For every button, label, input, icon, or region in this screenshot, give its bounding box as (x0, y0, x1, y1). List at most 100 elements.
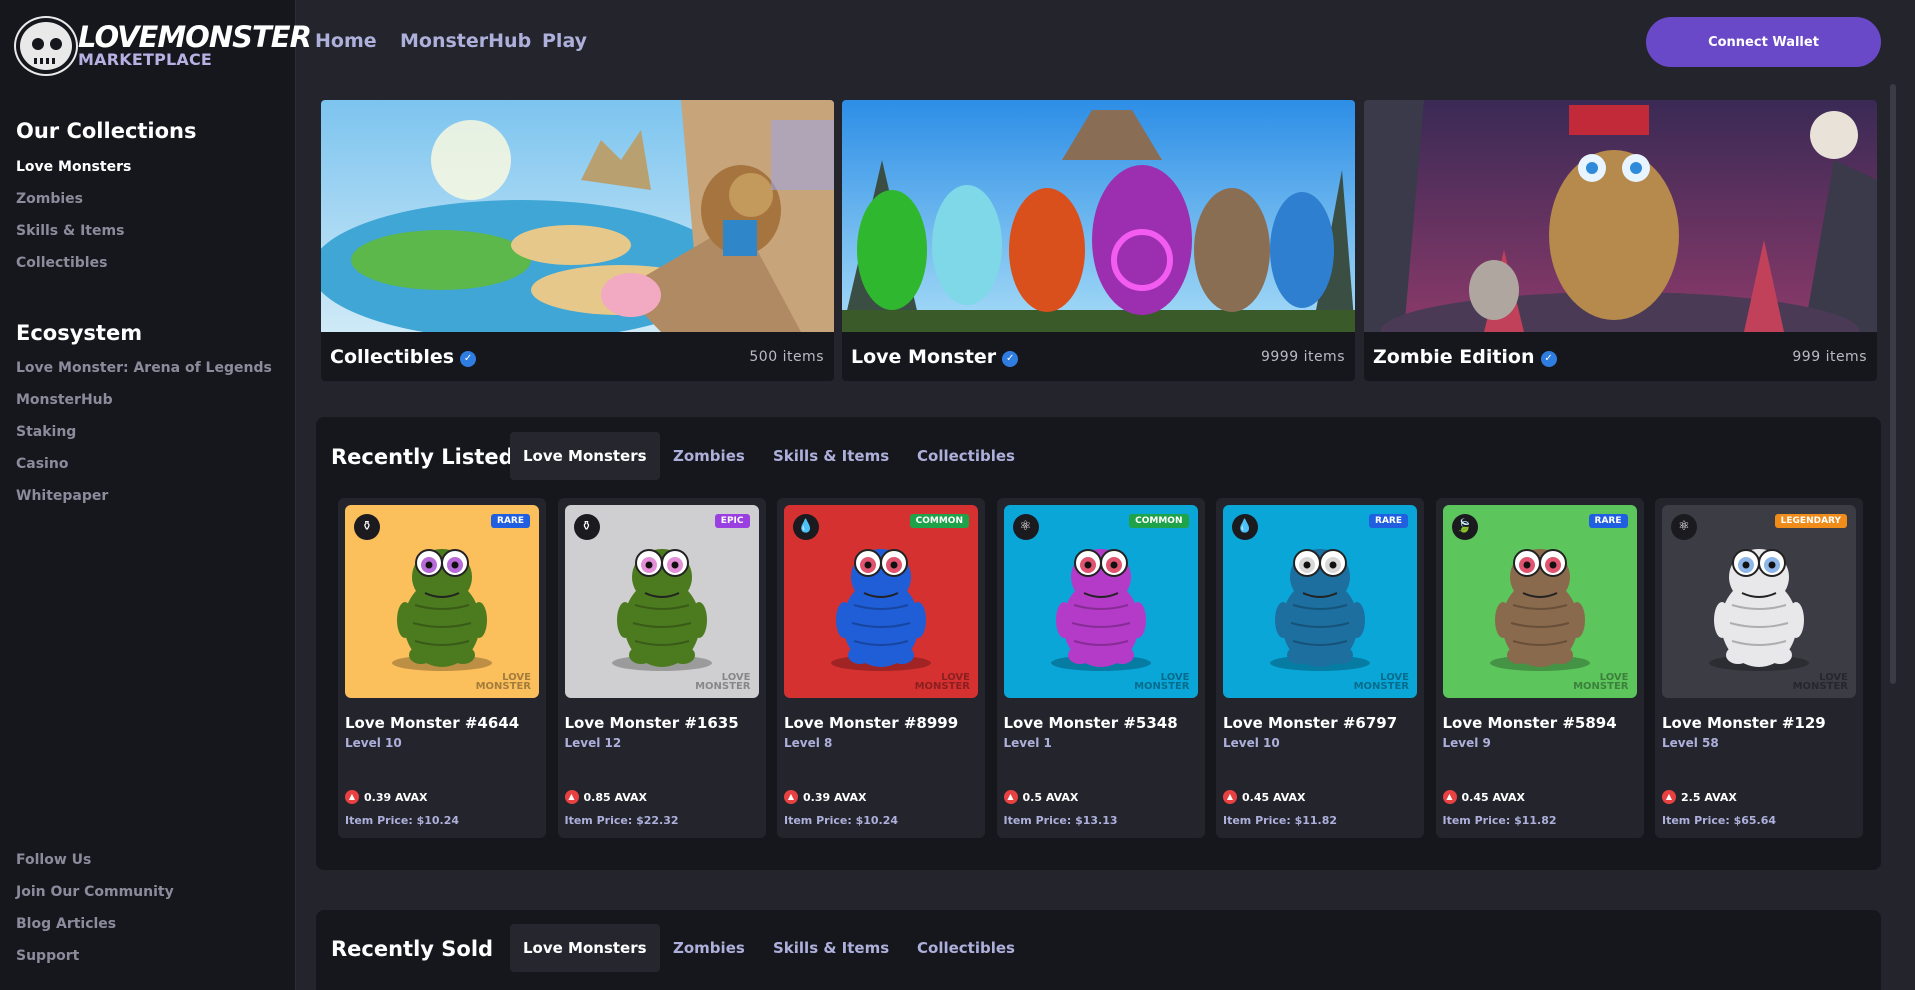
nft-name: Love Monster #129 (1662, 714, 1826, 732)
nft-image: ⚱ EPIC LOVE MONSTER (564, 505, 759, 698)
atom-icon: ⚛ (1012, 514, 1039, 540)
rarity-badge: RARE (1588, 514, 1628, 528)
watermark-logo-icon: LOVE MONSTER (1134, 672, 1190, 692)
nft-image: 💧 RARE LOVE MONSTER (1223, 505, 1417, 698)
tab-collectibles[interactable]: Collectibles (904, 924, 1028, 972)
tab-zombies[interactable]: Zombies (660, 432, 758, 480)
potion-icon: ⚱ (354, 514, 380, 540)
tab-love-monsters[interactable]: Love Monsters (510, 432, 660, 480)
nft-name: Love Monster #5894 (1442, 714, 1617, 732)
price-value: 0.45 AVAX (1461, 790, 1526, 804)
nft-image: ⚱ RARE LOVE MONSTER (345, 505, 539, 698)
sidebar-item-join-community[interactable]: Join Our Community (16, 884, 174, 900)
nft-card[interactable]: ⚛ COMMON LOVE MONSTER Love Monster #5348 … (996, 498, 1205, 838)
avax-icon: ▲ (1003, 790, 1018, 804)
avax-icon: ▲ (1223, 790, 1237, 804)
nft-card[interactable]: 💧 RARE LOVE MONSTER Love Monster #6797 Le… (1216, 498, 1424, 838)
nft-item-price: Item Price: $11.82 (1442, 814, 1557, 827)
nav-monsterhub[interactable]: MonsterHub (400, 30, 531, 52)
watermark-logo-icon: LOVE MONSTER (914, 672, 970, 692)
nft-card[interactable]: 💧 COMMON LOVE MONSTER Love Monster #8999 … (777, 498, 985, 838)
nft-name: Love Monster #5348 (1003, 714, 1178, 732)
price-value: 0.45 AVAX (1242, 790, 1306, 804)
sidebar-item-whitepaper[interactable]: Whitepaper (16, 488, 108, 504)
tab-love-monsters[interactable]: Love Monsters (510, 924, 660, 972)
rarity-badge: COMMON (909, 514, 969, 528)
recently-listed-title: Recently Listed (331, 445, 514, 469)
sidebar-item-zombies[interactable]: Zombies (16, 191, 83, 207)
sidebar-item-arena-of-legends[interactable]: Love Monster: Arena of Legends (16, 360, 272, 376)
scrollbar[interactable] (1889, 84, 1897, 684)
sidebar-item-skills-items[interactable]: Skills & Items (16, 223, 124, 239)
collectibles-item-count: 500 items (749, 349, 824, 365)
tab-skills-items[interactable]: Skills & Items (760, 924, 902, 972)
sidebar-item-monsterhub[interactable]: MonsterHub (16, 392, 113, 408)
zombie-edition-banner-image (1364, 100, 1877, 332)
potion-icon: ⚱ (573, 514, 600, 540)
nft-card[interactable]: ⚱ EPIC LOVE MONSTER Love Monster #1635 Le… (557, 498, 766, 838)
collection-card-collectibles[interactable]: Collectibles ✓ 500 items (321, 100, 834, 381)
watermark-logo-icon: LOVE MONSTER (1573, 672, 1629, 692)
nft-level: Level 10 (345, 736, 402, 750)
sidebar-item-staking[interactable]: Staking (16, 424, 76, 440)
nft-image: ⚛ LEGENDARY LOVE MONSTER (1662, 505, 1856, 698)
collection-card-love-monster[interactable]: Love Monster ✓ 9999 items (842, 100, 1355, 381)
price-value: 2.5 AVAX (1681, 790, 1737, 804)
nft-price: ▲ 0.5 AVAX (1003, 790, 1079, 804)
nft-price: ▲ 0.85 AVAX (564, 790, 648, 804)
sidebar-item-support[interactable]: Support (16, 948, 79, 964)
nft-price: ▲ 0.45 AVAX (1442, 790, 1526, 804)
price-value: 0.39 AVAX (364, 790, 428, 804)
sidebar-item-love-monsters[interactable]: Love Monsters (16, 159, 131, 175)
price-value: 0.5 AVAX (1022, 790, 1079, 804)
tab-skills-items[interactable]: Skills & Items (760, 432, 902, 480)
avax-icon: ▲ (1442, 790, 1457, 804)
price-value: 0.85 AVAX (583, 790, 648, 804)
nft-level: Level 58 (1662, 736, 1719, 750)
nft-card[interactable]: ⚛ LEGENDARY LOVE MONSTER Love Monster #12… (1655, 498, 1863, 838)
sidebar-item-blog-articles[interactable]: Blog Articles (16, 916, 116, 932)
sidebar-item-casino[interactable]: Casino (16, 456, 68, 472)
avax-icon: ▲ (564, 790, 579, 804)
nft-level: Level 12 (564, 736, 622, 750)
brand-logo[interactable]: LOVEMONSTER MARKETPLACE (16, 16, 312, 76)
sidebar-item-follow-us[interactable]: Follow Us (16, 852, 91, 868)
nav-play[interactable]: Play (542, 30, 587, 52)
nft-price: ▲ 2.5 AVAX (1662, 790, 1737, 804)
nft-item-price: Item Price: $22.32 (564, 814, 679, 827)
brand-name: LOVEMONSTER (78, 20, 312, 54)
ecosystem-heading: Ecosystem (16, 321, 143, 345)
nft-card[interactable]: 🍃 RARE LOVE MONSTER Love Monster #5894 Le… (1435, 498, 1644, 838)
nft-level: Level 1 (1003, 736, 1052, 750)
price-value: 0.39 AVAX (803, 790, 867, 804)
scrollbar-thumb[interactable] (1890, 84, 1896, 684)
sidebar-item-collectibles[interactable]: Collectibles (16, 255, 107, 271)
watermark-logo-icon: LOVE MONSTER (695, 672, 751, 692)
rarity-badge: LEGENDARY (1774, 514, 1847, 528)
love-monster-item-count: 9999 items (1260, 349, 1345, 365)
nft-level: Level 10 (1223, 736, 1280, 750)
verified-badge-icon: ✓ (1540, 351, 1557, 367)
nft-card[interactable]: ⚱ RARE LOVE MONSTER Love Monster #4644 Le… (338, 498, 546, 838)
rarity-badge: COMMON (1129, 514, 1189, 528)
rarity-badge: RARE (491, 514, 530, 528)
avax-icon: ▲ (784, 790, 798, 804)
nft-name: Love Monster #1635 (564, 714, 739, 732)
nft-name: Love Monster #4644 (345, 714, 520, 732)
verified-badge-icon: ✓ (1002, 351, 1019, 367)
recently-sold-panel: Recently Sold Love Monsters Zombies Skil… (316, 910, 1881, 990)
nft-item-price: Item Price: $10.24 (784, 814, 899, 827)
water-drop-icon: 💧 (1232, 514, 1258, 540)
rarity-badge: EPIC (714, 514, 750, 528)
collection-card-zombie-edition[interactable]: Zombie Edition ✓ 999 items (1364, 100, 1877, 381)
atom-icon: ⚛ (1671, 514, 1697, 540)
nav-home[interactable]: Home (315, 30, 377, 52)
tab-zombies[interactable]: Zombies (660, 924, 758, 972)
tab-collectibles[interactable]: Collectibles (904, 432, 1028, 480)
nft-item-price: Item Price: $11.82 (1223, 814, 1338, 827)
connect-wallet-button[interactable]: Connect Wallet (1646, 17, 1881, 67)
collectibles-banner-image (321, 100, 834, 332)
nft-item-price: Item Price: $10.24 (345, 814, 460, 827)
collections-heading: Our Collections (16, 119, 197, 143)
nft-level: Level 9 (1442, 736, 1491, 750)
